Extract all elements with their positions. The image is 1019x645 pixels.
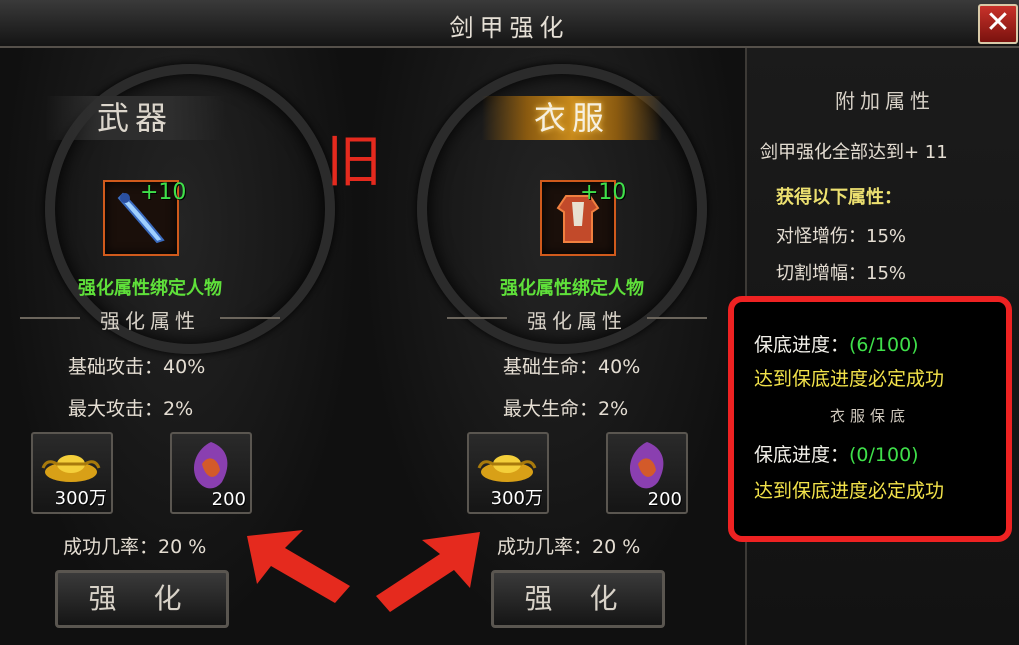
- weapon-success-rate: 成功几率：20 %: [63, 536, 207, 558]
- weapon-section-title: 强化属性: [0, 305, 300, 334]
- bonus-attribute-row: 切割增幅：15%: [776, 259, 906, 285]
- attribute-label: 切割增幅：: [776, 263, 866, 284]
- close-button[interactable]: ✕: [978, 4, 1018, 44]
- enhance-stone-icon: [193, 442, 228, 489]
- weapon-cost-stone[interactable]: 200: [170, 432, 252, 514]
- weapon-enhance-level: +10: [140, 180, 187, 205]
- window-title: 剑甲强化: [449, 14, 570, 42]
- guarantee-label: 保底进度：: [754, 334, 850, 356]
- weapon-cost-gold[interactable]: 300万: [31, 432, 113, 514]
- armor-enhance-level: +10: [580, 180, 627, 205]
- armor-guarantee-note: 达到保底进度必定成功: [754, 480, 945, 502]
- stat-value: 2%: [163, 398, 194, 420]
- armor-success-rate: 成功几率：20 %: [497, 536, 641, 558]
- armor-section-title: 强化属性: [427, 305, 727, 334]
- weapon-guarantee-row: 保底进度：(6/100): [754, 330, 919, 357]
- stat-label: 最大生命：: [503, 398, 599, 420]
- guarantee-value: (0/100): [849, 444, 919, 466]
- stat-label: 基础攻击：: [68, 356, 164, 378]
- weapon-name: 武器: [45, 96, 225, 140]
- title-bar: 剑甲强化: [0, 0, 1019, 48]
- guarantee-label: 保底进度：: [754, 444, 850, 466]
- stat-value: 2%: [598, 398, 629, 420]
- weapon-stat-row: 基础攻击：40%: [68, 352, 205, 379]
- armor-cost-gold[interactable]: 300万: [467, 432, 549, 514]
- stat-label: 最大攻击：: [68, 398, 164, 420]
- cost-amount: 300万: [490, 488, 543, 509]
- guarantee-value: (6/100): [849, 334, 919, 356]
- stat-value: 40%: [598, 356, 641, 378]
- cost-amount: 300万: [54, 488, 107, 509]
- cost-amount: 200: [211, 489, 246, 510]
- armor-stat-row: 最大生命：2%: [503, 394, 628, 421]
- attribute-value: 15%: [866, 226, 907, 247]
- stat-value: 40%: [163, 356, 206, 378]
- armor-stat-row: 基础生命：40%: [503, 352, 640, 379]
- close-icon: ✕: [985, 5, 1011, 40]
- old-annotation-label: 旧: [326, 130, 382, 195]
- armor-guarantee-title: 衣服保底: [829, 407, 910, 425]
- bonus-gain-title: 获得以下属性：: [776, 187, 902, 208]
- armor-bind-text: 强化属性绑定人物: [500, 278, 644, 299]
- armor-guarantee-row: 保底进度：(0/100): [754, 440, 919, 467]
- stat-label: 基础生命：: [503, 356, 599, 378]
- weapon-enhance-button[interactable]: 强 化: [55, 570, 229, 628]
- bonus-title: 附加属性: [835, 89, 935, 113]
- weapon-bind-text: 强化属性绑定人物: [78, 278, 222, 299]
- red-arrow-left-icon: [247, 530, 350, 603]
- armor-name: 衣服: [482, 96, 662, 140]
- attribute-label: 对怪增伤：: [776, 226, 866, 247]
- weapon-stat-row: 最大攻击：2%: [68, 394, 193, 421]
- attribute-value: 15%: [866, 263, 907, 284]
- cost-amount: 200: [647, 489, 682, 510]
- red-arrow-right-icon: [376, 532, 480, 612]
- bonus-attribute-row: 对怪增伤：15%: [776, 222, 906, 248]
- bonus-requirement: 剑甲强化全部达到+ 11: [760, 142, 948, 163]
- weapon-guarantee-note: 达到保底进度必定成功: [754, 368, 945, 390]
- armor-cost-stone[interactable]: 200: [606, 432, 688, 514]
- enhance-stone-icon: [629, 442, 664, 489]
- armor-enhance-button[interactable]: 强 化: [491, 570, 665, 628]
